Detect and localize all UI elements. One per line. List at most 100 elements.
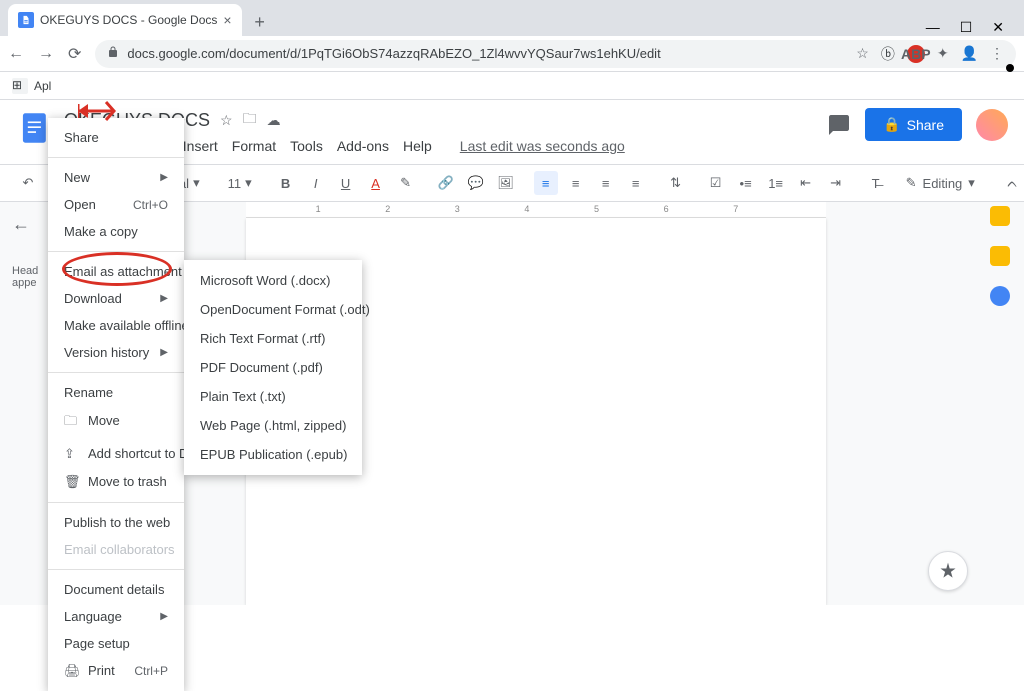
last-edit-link[interactable]: Last edit was seconds ago — [460, 138, 625, 154]
apps-icon[interactable]: ⊞ — [12, 78, 28, 94]
comments-icon[interactable] — [827, 113, 851, 137]
align-right-button[interactable]: ≡ — [594, 171, 618, 195]
browser-tab-strip: OKEGUYS DOCS - Google Docs × + — ☐ ✕ — [0, 0, 1024, 36]
menu-language[interactable]: Language▶ — [48, 603, 184, 630]
bold-button[interactable]: B — [274, 171, 298, 195]
tab-title: OKEGUYS DOCS - Google Docs — [40, 13, 217, 27]
browser-tab[interactable]: OKEGUYS DOCS - Google Docs × — [8, 4, 242, 36]
menu-help[interactable]: Help — [403, 138, 432, 154]
download-pdf[interactable]: PDF Document (.pdf) — [184, 353, 362, 382]
insert-image-button[interactable]: 🖼 — [494, 171, 518, 195]
menu-collaborators: Email collaborators — [48, 536, 184, 563]
menu-tools[interactable]: Tools — [290, 138, 323, 154]
insert-comment-button[interactable]: 💬 — [464, 171, 488, 195]
indent-button[interactable]: ⇥ — [824, 171, 848, 195]
align-center-button[interactable]: ≡ — [564, 171, 588, 195]
outdent-button[interactable]: ⇤ — [794, 171, 818, 195]
close-tab-icon[interactable]: × — [223, 12, 231, 28]
calendar-icon[interactable] — [990, 206, 1010, 226]
numbered-list-button[interactable]: 1≡ — [764, 171, 788, 195]
keep-icon[interactable] — [990, 246, 1010, 266]
editing-mode-button[interactable]: ✎ Editing ▾ — [894, 171, 987, 195]
extension-puzzle-icon[interactable]: ✦ — [937, 45, 949, 62]
print-icon: 🖨 — [64, 663, 80, 679]
font-size-select[interactable]: 11 ▾ — [222, 175, 258, 191]
trash-icon: 🗑 — [64, 474, 80, 490]
window-controls: — ☐ ✕ — [926, 19, 1016, 36]
profile-dot-icon[interactable] — [1006, 64, 1014, 72]
star-document-icon[interactable]: ☆ — [220, 112, 233, 129]
checklist-button[interactable]: ☑ — [704, 171, 728, 195]
hide-menus-button[interactable]: ᨈ — [1001, 171, 1024, 195]
file-menu-dropdown: Share New▶ OpenCtrl+O Make a copy Email … — [48, 118, 184, 691]
minimize-button[interactable]: — — [926, 19, 940, 36]
align-justify-button[interactable]: ≡ — [624, 171, 648, 195]
menu-move[interactable]: 🗀Move — [48, 406, 184, 440]
star-icon[interactable]: ☆ — [856, 45, 869, 62]
menu-details[interactable]: Document details — [48, 576, 184, 603]
menu-version-history[interactable]: Version history▶ — [48, 339, 184, 366]
menu-make-copy[interactable]: Make a copy — [48, 218, 184, 245]
close-window-button[interactable]: ✕ — [992, 19, 1004, 36]
menu-new[interactable]: New▶ — [48, 164, 184, 191]
folder-icon: 🗀 — [64, 412, 80, 434]
drive-shortcut-icon: ⇪ — [64, 446, 80, 462]
undo-button[interactable]: ↶ — [16, 171, 40, 195]
outline-toggle-button[interactable]: ← — [12, 214, 36, 235]
menu-download[interactable]: Download▶ — [48, 285, 184, 312]
outline-panel: ← Head appe — [0, 202, 48, 605]
adblock-icon[interactable]: ABP — [907, 45, 925, 63]
maximize-button[interactable]: ☐ — [960, 19, 973, 36]
explore-fab[interactable] — [928, 551, 968, 591]
tasks-icon[interactable] — [990, 286, 1010, 306]
chevron-down-icon: ▾ — [968, 175, 975, 191]
move-document-icon[interactable]: 🗀 — [243, 108, 257, 132]
menu-offline[interactable]: Make available offline — [48, 312, 184, 339]
reload-button[interactable]: ⟳ — [68, 44, 81, 64]
browser-toolbar: ← → ⟳ docs.google.com/document/d/1PqTGi6… — [0, 36, 1024, 72]
bluetooth-icon[interactable]: ⓑ — [881, 44, 895, 64]
menu-move-trash[interactable]: 🗑Move to trash — [48, 468, 184, 496]
bulleted-list-button[interactable]: •≡ — [734, 171, 758, 195]
clear-formatting-button[interactable]: T̶ — [864, 171, 888, 195]
insert-link-button[interactable]: 🔗 — [434, 171, 458, 195]
align-left-button[interactable]: ≡ — [534, 171, 558, 195]
menu-add-shortcut[interactable]: ⇪Add shortcut to Drive — [48, 440, 184, 468]
menu-rename[interactable]: Rename — [48, 379, 184, 406]
avatar[interactable] — [976, 109, 1008, 141]
kebab-menu-icon[interactable]: ⋮ — [990, 45, 1004, 62]
share-button[interactable]: 🔒 Share — [865, 108, 962, 141]
address-bar[interactable]: docs.google.com/document/d/1PqTGi6ObS74a… — [95, 40, 1016, 68]
new-tab-button[interactable]: + — [246, 8, 274, 36]
profile-icon[interactable]: 👤 — [961, 45, 978, 62]
bookmark-item[interactable]: Apl — [34, 79, 51, 93]
text-color-button[interactable]: A — [364, 171, 388, 195]
lock-icon — [107, 46, 119, 61]
forward-button[interactable]: → — [38, 45, 54, 63]
menu-open[interactable]: OpenCtrl+O — [48, 191, 184, 218]
download-txt[interactable]: Plain Text (.txt) — [184, 382, 362, 411]
menu-share[interactable]: Share — [48, 124, 184, 151]
line-spacing-button[interactable]: ⇅ — [664, 171, 688, 195]
menu-addons[interactable]: Add-ons — [337, 138, 389, 154]
download-odt[interactable]: OpenDocument Format (.odt) — [184, 295, 362, 324]
menu-insert[interactable]: Insert — [183, 138, 218, 154]
url-actions: ☆ ⓑ ABP ✦ 👤 ⋮ — [856, 44, 1004, 64]
pencil-icon: ✎ — [906, 175, 917, 191]
horizontal-ruler[interactable]: 1 2 3 4 5 6 7 — [246, 202, 826, 218]
menu-print[interactable]: 🖨PrintCtrl+P — [48, 657, 184, 685]
download-rtf[interactable]: Rich Text Format (.rtf) — [184, 324, 362, 353]
italic-button[interactable]: I — [304, 171, 328, 195]
download-epub[interactable]: EPUB Publication (.epub) — [184, 440, 362, 469]
menu-format[interactable]: Format — [232, 138, 276, 154]
menu-publish[interactable]: Publish to the web — [48, 509, 184, 536]
menu-email-attachment[interactable]: Email as attachment — [48, 258, 184, 285]
back-button[interactable]: ← — [8, 45, 24, 63]
side-panel — [976, 202, 1024, 306]
download-html[interactable]: Web Page (.html, zipped) — [184, 411, 362, 440]
highlight-button[interactable]: ✎ — [394, 171, 418, 195]
menu-page-setup[interactable]: Page setup — [48, 630, 184, 657]
underline-button[interactable]: U — [334, 171, 358, 195]
download-docx[interactable]: Microsoft Word (.docx) — [184, 266, 362, 295]
share-label: Share — [907, 117, 944, 133]
